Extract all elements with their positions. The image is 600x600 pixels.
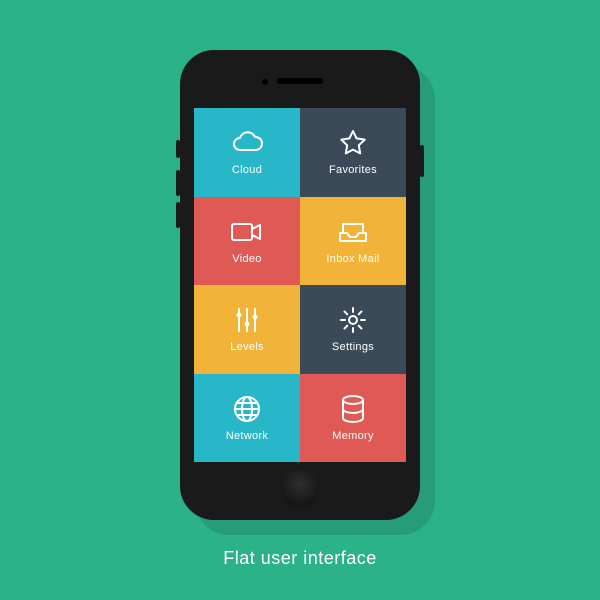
tile-label: Video	[232, 253, 261, 265]
volume-down-button	[176, 202, 180, 228]
star-icon	[336, 128, 370, 158]
gear-icon	[336, 305, 370, 335]
mute-switch	[176, 140, 180, 158]
cloud-icon	[230, 128, 264, 158]
tile-label: Settings	[332, 341, 374, 353]
home-button[interactable]	[281, 469, 319, 507]
tile-favorites[interactable]: Favorites	[300, 108, 406, 197]
tile-label: Cloud	[232, 164, 262, 176]
phone-frame: Cloud Favorites Video Inbox Mail Levels	[180, 50, 420, 520]
database-icon	[336, 394, 370, 424]
tile-inbox[interactable]: Inbox Mail	[300, 197, 406, 286]
levels-icon	[230, 305, 264, 335]
power-button	[420, 145, 424, 177]
tile-label: Favorites	[329, 164, 377, 176]
tile-network[interactable]: Network	[194, 374, 300, 463]
tile-label: Levels	[230, 341, 264, 353]
caption: Flat user interface	[0, 548, 600, 569]
inbox-icon	[336, 217, 370, 247]
phone-camera	[262, 79, 268, 85]
video-icon	[230, 217, 264, 247]
app-grid: Cloud Favorites Video Inbox Mail Levels	[194, 108, 406, 462]
globe-icon	[230, 394, 264, 424]
tile-levels[interactable]: Levels	[194, 285, 300, 374]
tile-label: Memory	[332, 430, 374, 442]
phone-speaker	[277, 78, 323, 84]
tile-label: Network	[226, 430, 268, 442]
tile-video[interactable]: Video	[194, 197, 300, 286]
volume-up-button	[176, 170, 180, 196]
tile-memory[interactable]: Memory	[300, 374, 406, 463]
tile-cloud[interactable]: Cloud	[194, 108, 300, 197]
tile-label: Inbox Mail	[326, 253, 379, 265]
tile-settings[interactable]: Settings	[300, 285, 406, 374]
